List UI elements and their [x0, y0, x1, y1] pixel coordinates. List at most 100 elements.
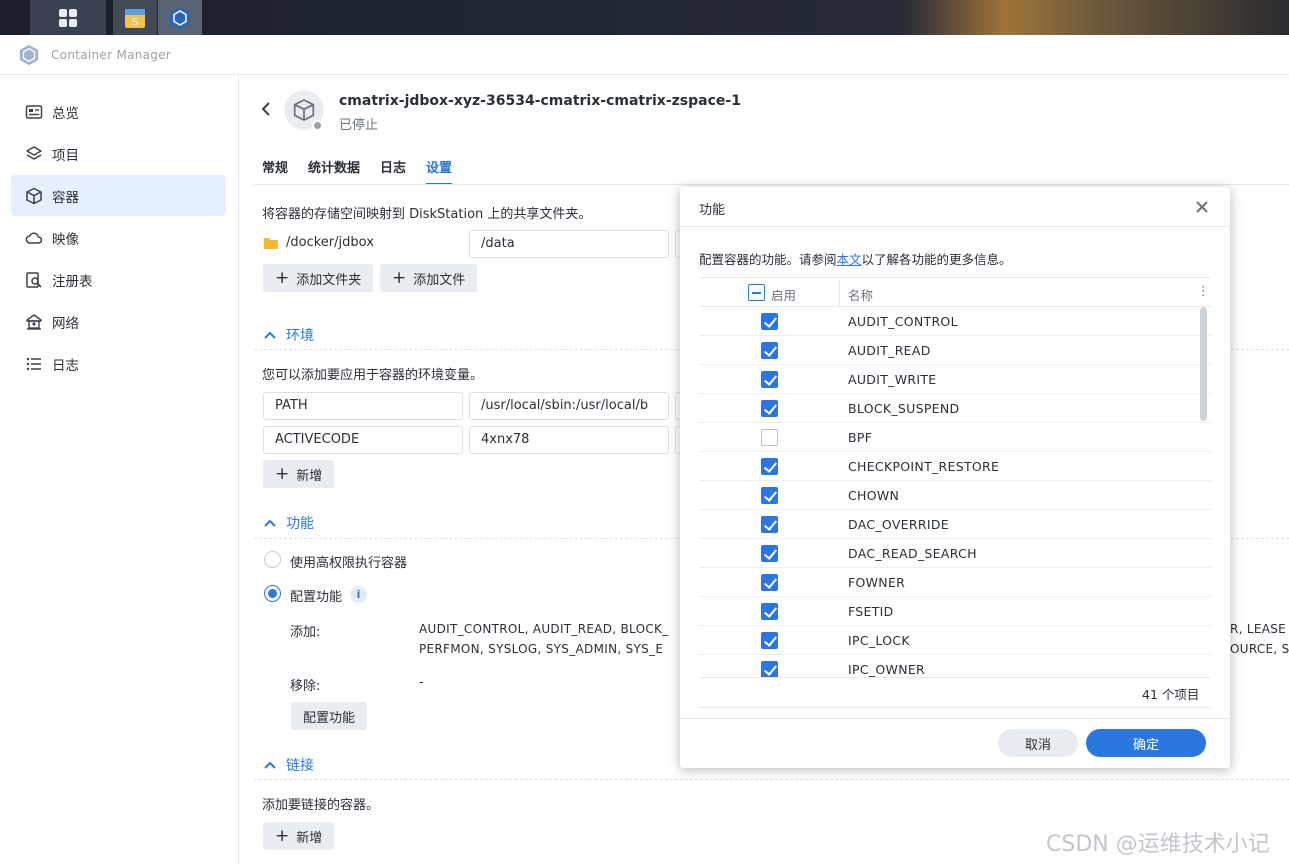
add-env-button[interactable]: + 新增: [263, 460, 335, 488]
cancel-button[interactable]: 取消: [998, 729, 1078, 757]
sidebar-item-projects[interactable]: 项目: [11, 133, 226, 174]
table-row[interactable]: BPF: [699, 423, 1211, 452]
enable-checkbox[interactable]: [761, 371, 778, 388]
enable-checkbox[interactable]: [761, 313, 778, 330]
capability-name: BPF: [848, 430, 873, 445]
configure-caps-radio[interactable]: [264, 585, 281, 602]
enable-checkbox[interactable]: [761, 516, 778, 533]
container-manager-icon: [170, 6, 190, 29]
volume-mount-path-field[interactable]: /data: [469, 230, 669, 258]
section-capabilities-header[interactable]: 功能: [264, 513, 314, 533]
volume-folder[interactable]: /docker/jdbox: [263, 235, 374, 250]
capability-name: IPC_LOCK: [848, 633, 910, 648]
grid-header: 启用 名称 ⋮: [699, 277, 1211, 307]
add-file-button[interactable]: + 添加文件: [380, 264, 478, 292]
sidebar-item-network[interactable]: 网络: [11, 301, 226, 342]
table-row[interactable]: IPC_OWNER: [699, 655, 1211, 677]
env-description: 您可以添加要应用于容器的环境变量。: [262, 368, 484, 383]
enable-checkbox[interactable]: [761, 342, 778, 359]
enable-checkbox[interactable]: [761, 545, 778, 562]
table-row[interactable]: FOWNER: [699, 568, 1211, 597]
capability-name: BLOCK_SUSPEND: [848, 401, 960, 416]
select-all-checkbox[interactable]: [748, 284, 765, 301]
table-row[interactable]: CHECKPOINT_RESTORE: [699, 452, 1211, 481]
tab-statistics[interactable]: 统计数据: [308, 157, 360, 185]
enable-checkbox[interactable]: [761, 632, 778, 649]
tab-logs[interactable]: 日志: [380, 157, 406, 185]
dialog-footer-divider: [680, 718, 1230, 719]
plus-icon: +: [275, 825, 290, 846]
table-row[interactable]: IPC_LOCK: [699, 626, 1211, 655]
docs-link[interactable]: 本文: [837, 252, 862, 267]
grid-footer-divider: [699, 707, 1211, 708]
plus-icon: +: [392, 267, 407, 288]
capability-name: CHOWN: [848, 488, 900, 503]
column-enable[interactable]: 启用: [771, 285, 796, 304]
confirm-button[interactable]: 确定: [1086, 729, 1206, 757]
capability-name: AUDIT_WRITE: [848, 372, 937, 387]
capability-name: IPC_OWNER: [848, 662, 926, 677]
close-icon[interactable]: [1194, 196, 1210, 214]
grid-icon: [59, 8, 77, 27]
sidebar-item-registry[interactable]: 注册表: [11, 259, 226, 300]
cube-icon: [293, 99, 315, 121]
container-status: 已停止: [339, 118, 379, 133]
dialog-title: 功能: [699, 203, 726, 218]
enable-checkbox[interactable]: [761, 574, 778, 591]
section-links-title: 链接: [286, 758, 314, 774]
table-row[interactable]: BLOCK_SUSPEND: [699, 394, 1211, 423]
enable-checkbox[interactable]: [761, 487, 778, 504]
sidebar-item-containers[interactable]: 容器: [11, 175, 226, 216]
enable-checkbox[interactable]: [761, 603, 778, 620]
column-menu-icon[interactable]: ⋮: [1197, 283, 1210, 298]
tab-settings[interactable]: 设置: [426, 157, 453, 185]
configure-caps-label: 配置功能: [290, 590, 343, 605]
table-row[interactable]: AUDIT_CONTROL: [699, 307, 1211, 336]
layers-icon: [26, 145, 42, 160]
tab-divider: [254, 184, 1289, 185]
enable-checkbox[interactable]: [761, 661, 778, 677]
back-button[interactable]: [260, 101, 272, 121]
env-key-field[interactable]: ACTIVECODE: [263, 426, 463, 454]
capability-name: DAC_READ_SEARCH: [848, 546, 977, 561]
env-value-field[interactable]: 4xnx78: [469, 426, 669, 454]
privileged-radio[interactable]: [264, 551, 281, 568]
grid-footer-divider: [699, 677, 1211, 678]
enable-checkbox[interactable]: [761, 458, 778, 475]
capability-name: FOWNER: [848, 575, 906, 590]
info-icon[interactable]: i: [350, 586, 367, 603]
configure-caps-button[interactable]: 配置功能: [291, 702, 368, 730]
add-folder-button[interactable]: + 添加文件夹: [263, 264, 374, 292]
app-titlebar: Container Manager: [0, 35, 1289, 75]
table-row[interactable]: AUDIT_WRITE: [699, 365, 1211, 394]
table-row[interactable]: DAC_OVERRIDE: [699, 510, 1211, 539]
volume-folder-path: /docker/jdbox: [286, 235, 374, 250]
dialog-desc-text: 配置容器的功能。请参阅: [699, 252, 837, 267]
env-key-field[interactable]: PATH: [263, 392, 463, 420]
section-environment-header[interactable]: 环境: [264, 325, 314, 345]
enable-checkbox[interactable]: [761, 429, 778, 446]
sidebar-item-overview[interactable]: 总览: [11, 91, 226, 132]
table-row[interactable]: DAC_READ_SEARCH: [699, 539, 1211, 568]
enable-checkbox[interactable]: [761, 400, 778, 417]
env-value-field[interactable]: /usr/local/sbin:/usr/local/b: [469, 392, 669, 420]
registry-search-icon: [26, 271, 42, 288]
taskbar-container-manager[interactable]: [158, 0, 202, 35]
table-row[interactable]: AUDIT_READ: [699, 336, 1211, 365]
sidebar-item-label: 总览: [52, 105, 79, 122]
sidebar-item-images[interactable]: 映像: [11, 217, 226, 258]
sidebar-item-label: 容器: [52, 189, 79, 206]
sidebar-item-logs[interactable]: 日志: [11, 343, 226, 384]
add-link-button[interactable]: + 新增: [263, 822, 335, 850]
table-row[interactable]: CHOWN: [699, 481, 1211, 510]
tab-general[interactable]: 常规: [262, 157, 288, 185]
caps-add-list: AUDIT_CONTROL, AUDIT_READ, BLOCK_: [419, 622, 669, 636]
container-name: cmatrix-jdbox-xyz-36534-cmatrix-cmatrix-…: [339, 93, 741, 109]
section-links-header[interactable]: 链接: [264, 755, 314, 775]
app-grid-button[interactable]: [30, 0, 106, 35]
dialog-desc-text: 以了解各功能的更多信息。: [861, 252, 1012, 267]
grid-scrollbar[interactable]: [1200, 307, 1207, 421]
table-row[interactable]: FSETID: [699, 597, 1211, 626]
taskbar-package-app[interactable]: S: [113, 0, 157, 35]
column-name[interactable]: 名称: [848, 285, 873, 304]
